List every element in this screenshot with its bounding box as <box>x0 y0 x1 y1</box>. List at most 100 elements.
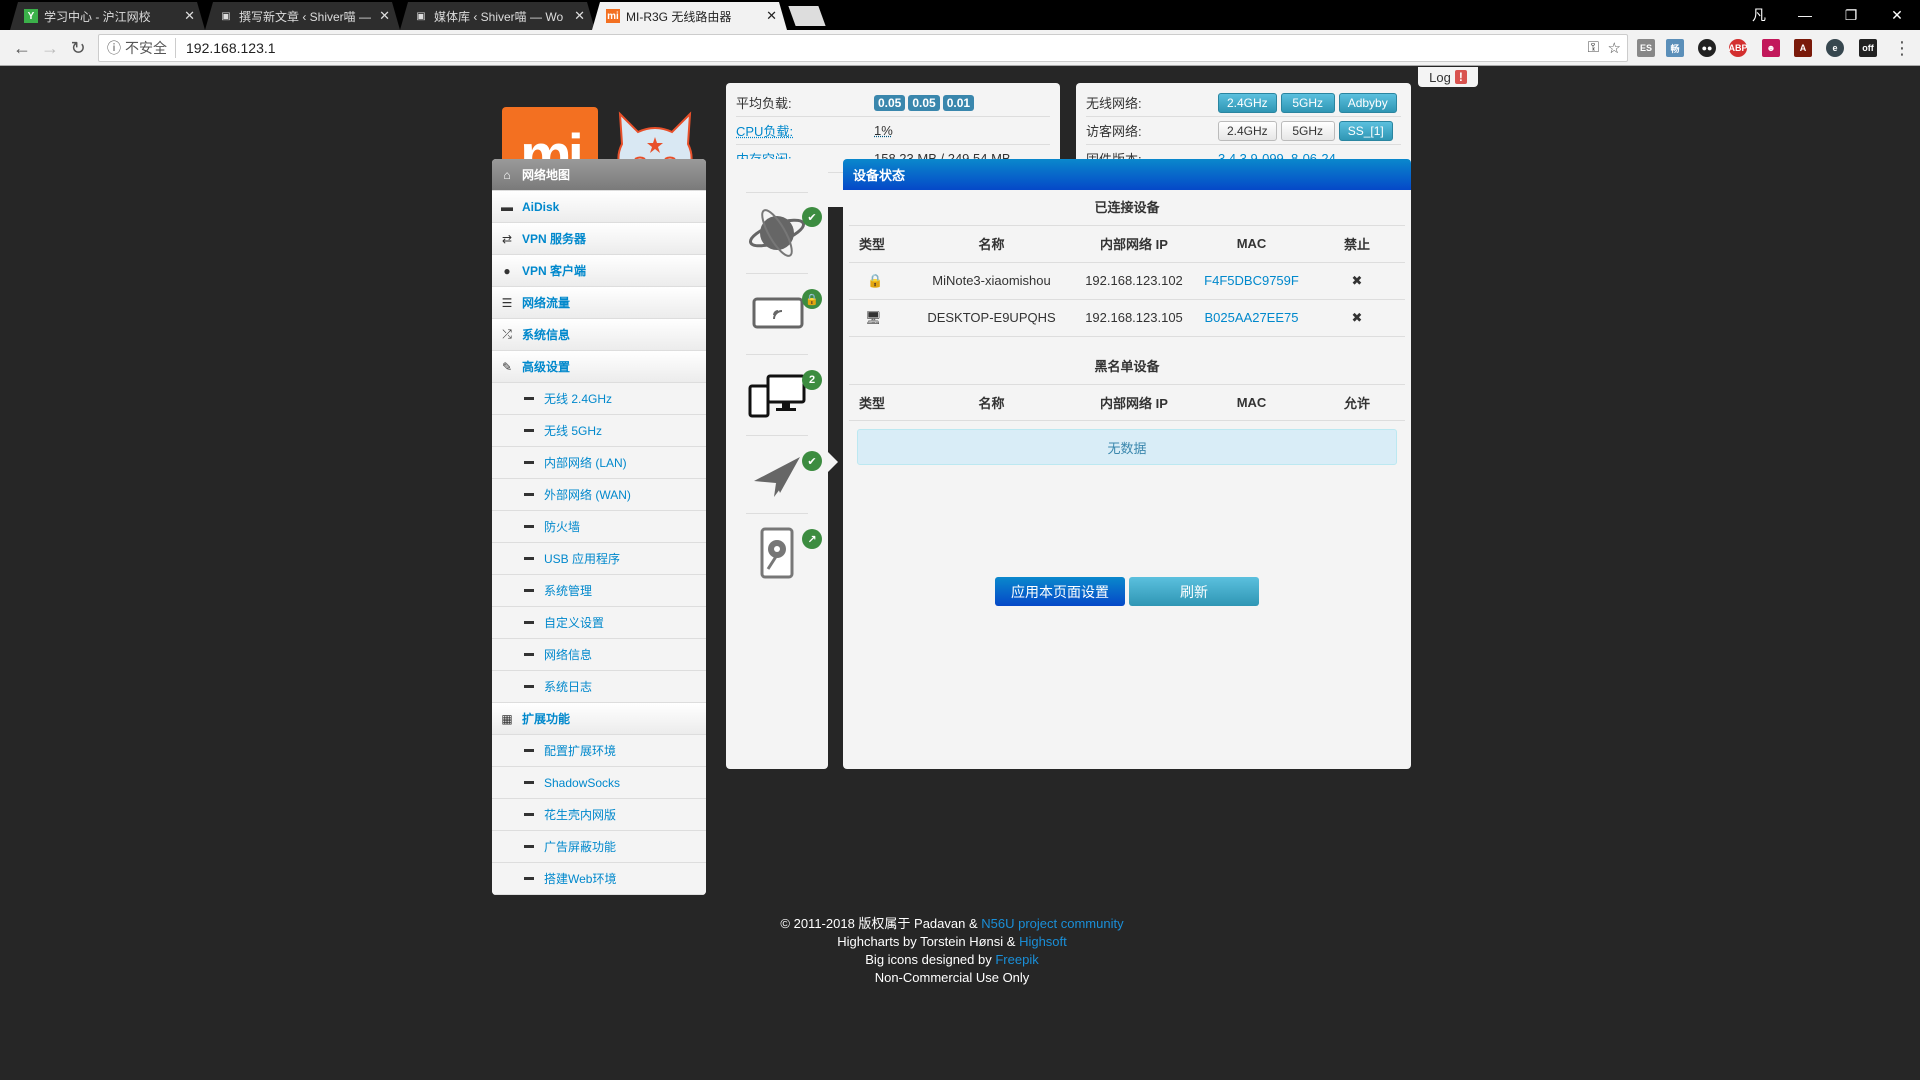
wireless-label: 无线网络: <box>1086 96 1142 111</box>
guest-24ghz-toggle[interactable]: 2.4GHz <box>1218 120 1277 141</box>
sidebar-item-label: 无线 5GHz <box>544 424 603 438</box>
highsoft-link[interactable]: Highsoft <box>1019 934 1067 949</box>
tab-write-post[interactable]: ▣ 撰写新文章 ‹ Shiver喵 — ✕ <box>205 2 400 30</box>
reload-button[interactable]: ↻ <box>66 36 90 60</box>
extension-chang-icon[interactable]: 畅 <box>1666 39 1684 57</box>
close-tab-icon[interactable]: ✕ <box>766 8 777 24</box>
close-tab-icon[interactable]: ✕ <box>574 8 585 24</box>
sidebar-item[interactable]: ⌂ 网络地图 <box>492 159 706 191</box>
wordpress-favicon-icon: ▣ <box>416 10 426 22</box>
internet-ok-icon: ✔ <box>802 207 822 227</box>
clients-devices-icon[interactable] <box>746 364 808 424</box>
sidebar-item[interactable]: 系统日志 <box>492 671 706 703</box>
extension-es-icon[interactable]: ES <box>1637 39 1655 57</box>
security-label: 不安全 <box>125 38 176 58</box>
block-device-button[interactable]: ✖ <box>1309 299 1405 337</box>
col-ip: 内部网络 IP <box>1074 226 1194 263</box>
extension-tampermonkey-icon[interactable]: ☻ <box>1762 39 1780 57</box>
sidebar-item-label: 内部网络 (LAN) <box>544 456 627 470</box>
log-button[interactable]: Log ! <box>1418 67 1478 87</box>
sidebar-item[interactable]: 外部网络 (WAN) <box>492 479 706 511</box>
sidebar-item[interactable]: 广告屏蔽功能 <box>492 831 706 863</box>
tab-router[interactable]: mi MI-R3G 无线路由器 ✕ <box>592 2 787 30</box>
close-window-button[interactable]: ✕ <box>1874 0 1920 30</box>
desktop-icon: 🖥 <box>849 299 909 337</box>
device-mac-link[interactable]: F4F5DBC9759F <box>1194 262 1309 300</box>
sidebar-item[interactable]: 搭建Web环境 <box>492 863 706 895</box>
wireless-lock-icon: 🔒 <box>802 289 822 309</box>
close-tab-icon[interactable]: ✕ <box>379 8 390 24</box>
mi-favicon-icon: mi <box>607 10 619 22</box>
sidebar-item[interactable]: ▬ AiDisk <box>492 191 706 223</box>
wireless-24ghz-toggle[interactable]: 2.4GHz <box>1218 92 1277 113</box>
extension-ghostery-icon[interactable]: ●● <box>1698 39 1716 57</box>
dash-icon <box>524 877 534 880</box>
info-icon[interactable]: ⓘ <box>107 38 121 58</box>
sidebar-item[interactable]: 防火墙 <box>492 511 706 543</box>
refresh-button[interactable]: 刷新 <box>1129 577 1259 606</box>
back-button[interactable]: ← <box>10 36 34 60</box>
adbyby-toggle[interactable]: Adbyby <box>1338 92 1397 113</box>
load-1min-badge: 0.05 <box>874 94 906 111</box>
sidebar-item[interactable]: 无线 5GHz <box>492 415 706 447</box>
forward-button[interactable]: → <box>38 36 62 60</box>
sidebar-item[interactable]: 自定义设置 <box>492 607 706 639</box>
wireless-5ghz-toggle[interactable]: 5GHz <box>1280 92 1335 113</box>
sidebar-item-icon: ⤮ <box>502 327 512 341</box>
close-tab-icon[interactable]: ✕ <box>184 8 195 24</box>
usb-hdd-icon[interactable] <box>746 523 808 583</box>
sidebar-item[interactable]: ⤮ 系统信息 <box>492 319 706 351</box>
minimize-button[interactable]: — <box>1782 0 1828 30</box>
extension-pdf-icon[interactable]: A <box>1794 39 1812 57</box>
device-mac-link[interactable]: B025AA27EE75 <box>1194 299 1309 337</box>
vpn-paper-plane-icon[interactable] <box>746 445 808 505</box>
apply-settings-button[interactable]: 应用本页面设置 <box>995 577 1125 606</box>
sidebar-item-icon: ● <box>503 263 511 278</box>
sidebar-item[interactable]: 内部网络 (LAN) <box>492 447 706 479</box>
profile-icon[interactable]: 凡 <box>1736 0 1782 30</box>
extension-e-icon[interactable]: e <box>1826 39 1844 57</box>
tab-title: 媒体库 ‹ Shiver喵 — Wo <box>434 9 564 24</box>
highcharts-credit: Highcharts by Torstein Hønsi & <box>837 934 1020 949</box>
sidebar-item[interactable]: ▦ 扩展功能 <box>492 703 706 735</box>
guest-5ghz-toggle[interactable]: 5GHz <box>1280 120 1335 141</box>
block-device-button[interactable]: ✖ <box>1309 262 1405 300</box>
url-input[interactable]: ⓘ 不安全 192.168.123.1 ⚿ ☆ <box>98 34 1628 62</box>
cpu-load-value: 1% <box>874 123 893 138</box>
sidebar-item[interactable]: USB 应用程序 <box>492 543 706 575</box>
star-icon[interactable]: ☆ <box>1608 39 1621 57</box>
new-tab-button[interactable] <box>788 6 826 26</box>
col-ip: 内部网络 IP <box>1074 384 1194 421</box>
status-icon-column: ✔ 🔒 2 ✔ ↗ <box>726 159 828 769</box>
restore-button[interactable]: ❐ <box>1828 0 1874 30</box>
sidebar-item-label: 广告屏蔽功能 <box>544 840 617 854</box>
sidebar-item-label: 花生壳内网版 <box>544 808 617 822</box>
sidebar-item[interactable]: ✎ 高级设置 <box>492 351 706 383</box>
n56u-community-link[interactable]: N56U project community <box>981 916 1123 931</box>
sidebar-item[interactable]: ShadowSocks <box>492 767 706 799</box>
wireless-tablet-icon[interactable] <box>746 283 808 343</box>
sidebar-item[interactable]: ☰ 网络流量 <box>492 287 706 319</box>
cpu-load-link[interactable]: CPU负载: <box>736 121 874 140</box>
menu-icon[interactable]: ⋮ <box>1890 36 1914 60</box>
freepik-link[interactable]: Freepik <box>995 952 1038 967</box>
sidebar-item[interactable]: 花生壳内网版 <box>492 799 706 831</box>
sidebar-item[interactable]: 配置扩展环境 <box>492 735 706 767</box>
extension-abp-icon[interactable]: ABP <box>1729 39 1748 57</box>
internet-globe-icon[interactable] <box>746 201 808 261</box>
key-icon[interactable]: ⚿ <box>1588 39 1599 56</box>
extension-off-icon[interactable]: off <box>1859 39 1877 57</box>
blacklist-title: 黑名单设备 <box>849 349 1405 385</box>
ss-toggle[interactable]: SS_[1] <box>1338 120 1393 141</box>
sidebar-item[interactable]: 无线 2.4GHz <box>492 383 706 415</box>
sidebar-item[interactable]: ⇄ VPN 服务器 <box>492 223 706 255</box>
tab-media-library[interactable]: ▣ 媒体库 ‹ Shiver喵 — Wo ✕ <box>400 2 595 30</box>
sidebar-item-label: 搭建Web环境 <box>544 872 617 886</box>
sidebar-item-icon: ✎ <box>501 359 513 374</box>
sidebar-item[interactable]: 系统管理 <box>492 575 706 607</box>
table-row: 🔒 MiNote3-xiaomishou 192.168.123.102 F4F… <box>849 262 1405 300</box>
sidebar-item[interactable]: ● VPN 客户端 <box>492 255 706 287</box>
tab-hujiang[interactable]: Y 学习中心 - 沪江网校 ✕ <box>10 2 205 30</box>
dash-icon <box>524 429 534 432</box>
sidebar-item[interactable]: 网络信息 <box>492 639 706 671</box>
